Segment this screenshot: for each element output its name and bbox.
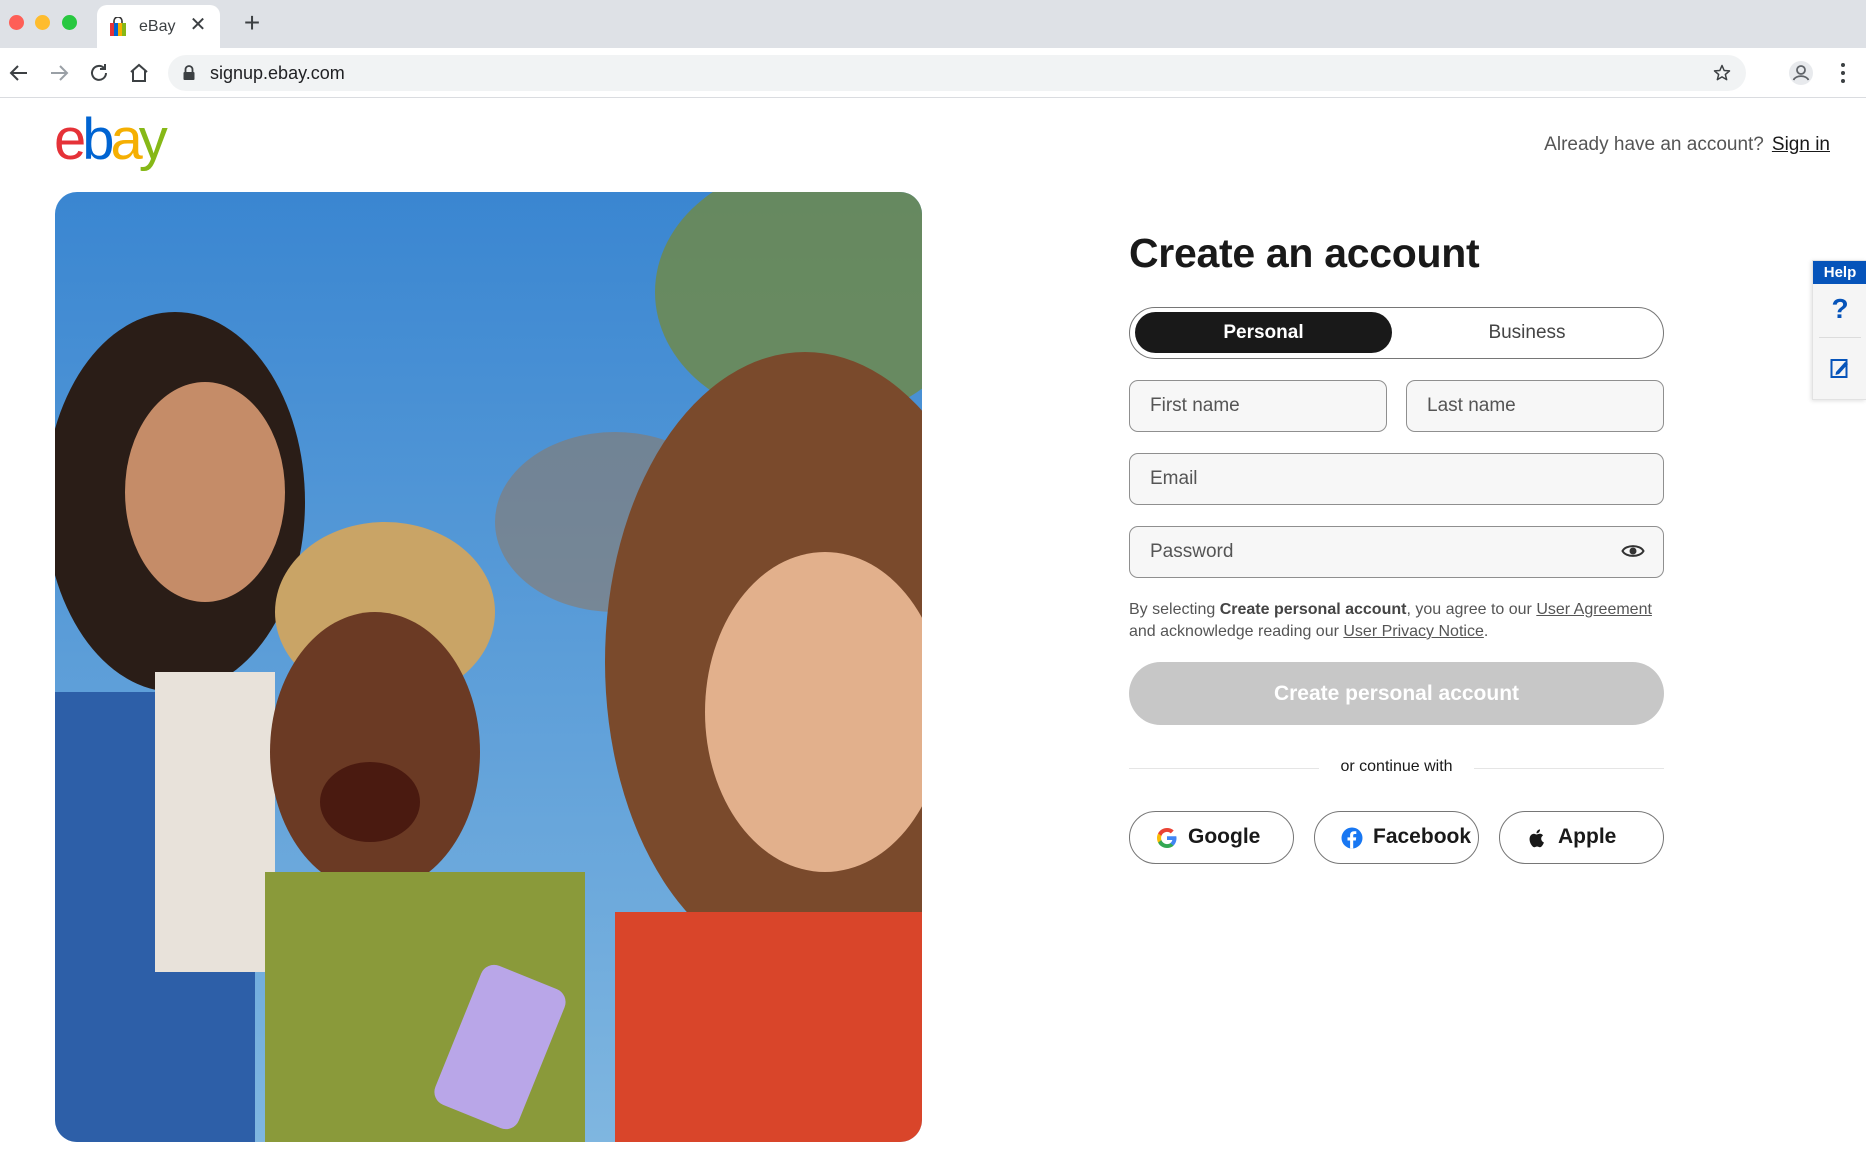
- url-text[interactable]: signup.ebay.com: [210, 63, 345, 84]
- already-have-account-text: Already have an account?: [1544, 134, 1764, 155]
- user-privacy-notice-link[interactable]: User Privacy Notice: [1343, 623, 1483, 640]
- browser-toolbar: signup.ebay.com: [0, 48, 1866, 98]
- home-icon[interactable]: [127, 61, 151, 85]
- legal-mid2: and acknowledge reading our: [1129, 623, 1344, 640]
- apple-label: Apple: [1558, 825, 1617, 848]
- password-field[interactable]: Password: [1129, 526, 1664, 578]
- google-signin-button[interactable]: Google: [1129, 811, 1294, 864]
- legal-prefix: By selecting: [1129, 601, 1220, 618]
- profile-icon[interactable]: [1788, 60, 1814, 86]
- help-separator: [1819, 337, 1861, 338]
- legal-suffix: .: [1483, 623, 1489, 640]
- tab-title: eBay: [139, 18, 176, 35]
- email-placeholder: Email: [1150, 468, 1198, 489]
- bookmark-star-icon[interactable]: [1712, 63, 1732, 83]
- first-name-field[interactable]: First name: [1129, 380, 1387, 432]
- personal-account-tab[interactable]: Personal: [1135, 312, 1392, 353]
- kebab-menu-icon[interactable]: [1836, 60, 1850, 86]
- account-type-toggle: Personal Business: [1129, 307, 1664, 359]
- forward-arrow-icon[interactable]: [47, 61, 71, 85]
- window-zoom-button[interactable]: [62, 15, 77, 30]
- window-minimize-button[interactable]: [35, 15, 50, 30]
- window-close-button[interactable]: [9, 15, 24, 30]
- google-label: Google: [1188, 825, 1261, 848]
- legal-mid: , you agree to our: [1406, 601, 1537, 618]
- address-bar[interactable]: signup.ebay.com: [168, 55, 1746, 91]
- svg-text:ebay: ebay: [54, 113, 168, 172]
- browser-tab-bar: eBay ✕ +: [0, 0, 1866, 48]
- hero-image: [55, 192, 922, 1142]
- divider-text: or continue with: [1340, 758, 1453, 775]
- hero-photo: [55, 192, 922, 1142]
- create-personal-account-button[interactable]: Create personal account: [1129, 662, 1664, 725]
- user-agreement-link[interactable]: User Agreement: [1536, 601, 1652, 618]
- divider-line-right: [1474, 768, 1664, 769]
- browser-tab-ebay[interactable]: eBay ✕: [97, 5, 220, 48]
- facebook-signin-button[interactable]: Facebook: [1314, 811, 1479, 864]
- apple-icon: [1529, 829, 1544, 848]
- help-tab[interactable]: Help: [1813, 261, 1866, 284]
- help-widget: Help ?: [1812, 260, 1866, 400]
- password-placeholder: Password: [1150, 541, 1234, 562]
- ebay-logo[interactable]: ebay: [54, 113, 184, 173]
- legal-notice: By selecting Create personal account, yo…: [1129, 599, 1664, 643]
- show-password-eye-icon[interactable]: [1621, 542, 1645, 560]
- signin-prompt: Already have an account? Sign in: [1544, 134, 1830, 156]
- sign-in-link[interactable]: Sign in: [1772, 134, 1830, 155]
- tab-close-icon[interactable]: ✕: [187, 14, 209, 36]
- facebook-label: Facebook: [1373, 825, 1472, 848]
- back-arrow-icon[interactable]: [7, 61, 31, 85]
- legal-bold-button-name: Create personal account: [1219, 601, 1407, 618]
- google-icon: [1157, 828, 1177, 848]
- help-question-icon[interactable]: ?: [1813, 291, 1866, 327]
- ebay-shopping-bag-icon: [110, 17, 126, 36]
- or-continue-divider: or continue with: [1129, 758, 1664, 778]
- last-name-placeholder: Last name: [1427, 395, 1516, 416]
- business-account-tab[interactable]: Business: [1396, 312, 1658, 353]
- new-tab-button[interactable]: +: [240, 9, 264, 37]
- first-name-placeholder: First name: [1150, 395, 1240, 416]
- page-title: Create an account: [1129, 230, 1480, 276]
- lock-icon[interactable]: [182, 65, 196, 81]
- apple-signin-button[interactable]: Apple: [1499, 811, 1664, 864]
- last-name-field[interactable]: Last name: [1406, 380, 1664, 432]
- email-field[interactable]: Email: [1129, 453, 1664, 505]
- facebook-icon: [1341, 827, 1363, 849]
- signup-form: Create an account Personal Business Firs…: [1129, 230, 1664, 864]
- feedback-note-icon[interactable]: [1830, 357, 1850, 379]
- reload-icon[interactable]: [87, 61, 111, 85]
